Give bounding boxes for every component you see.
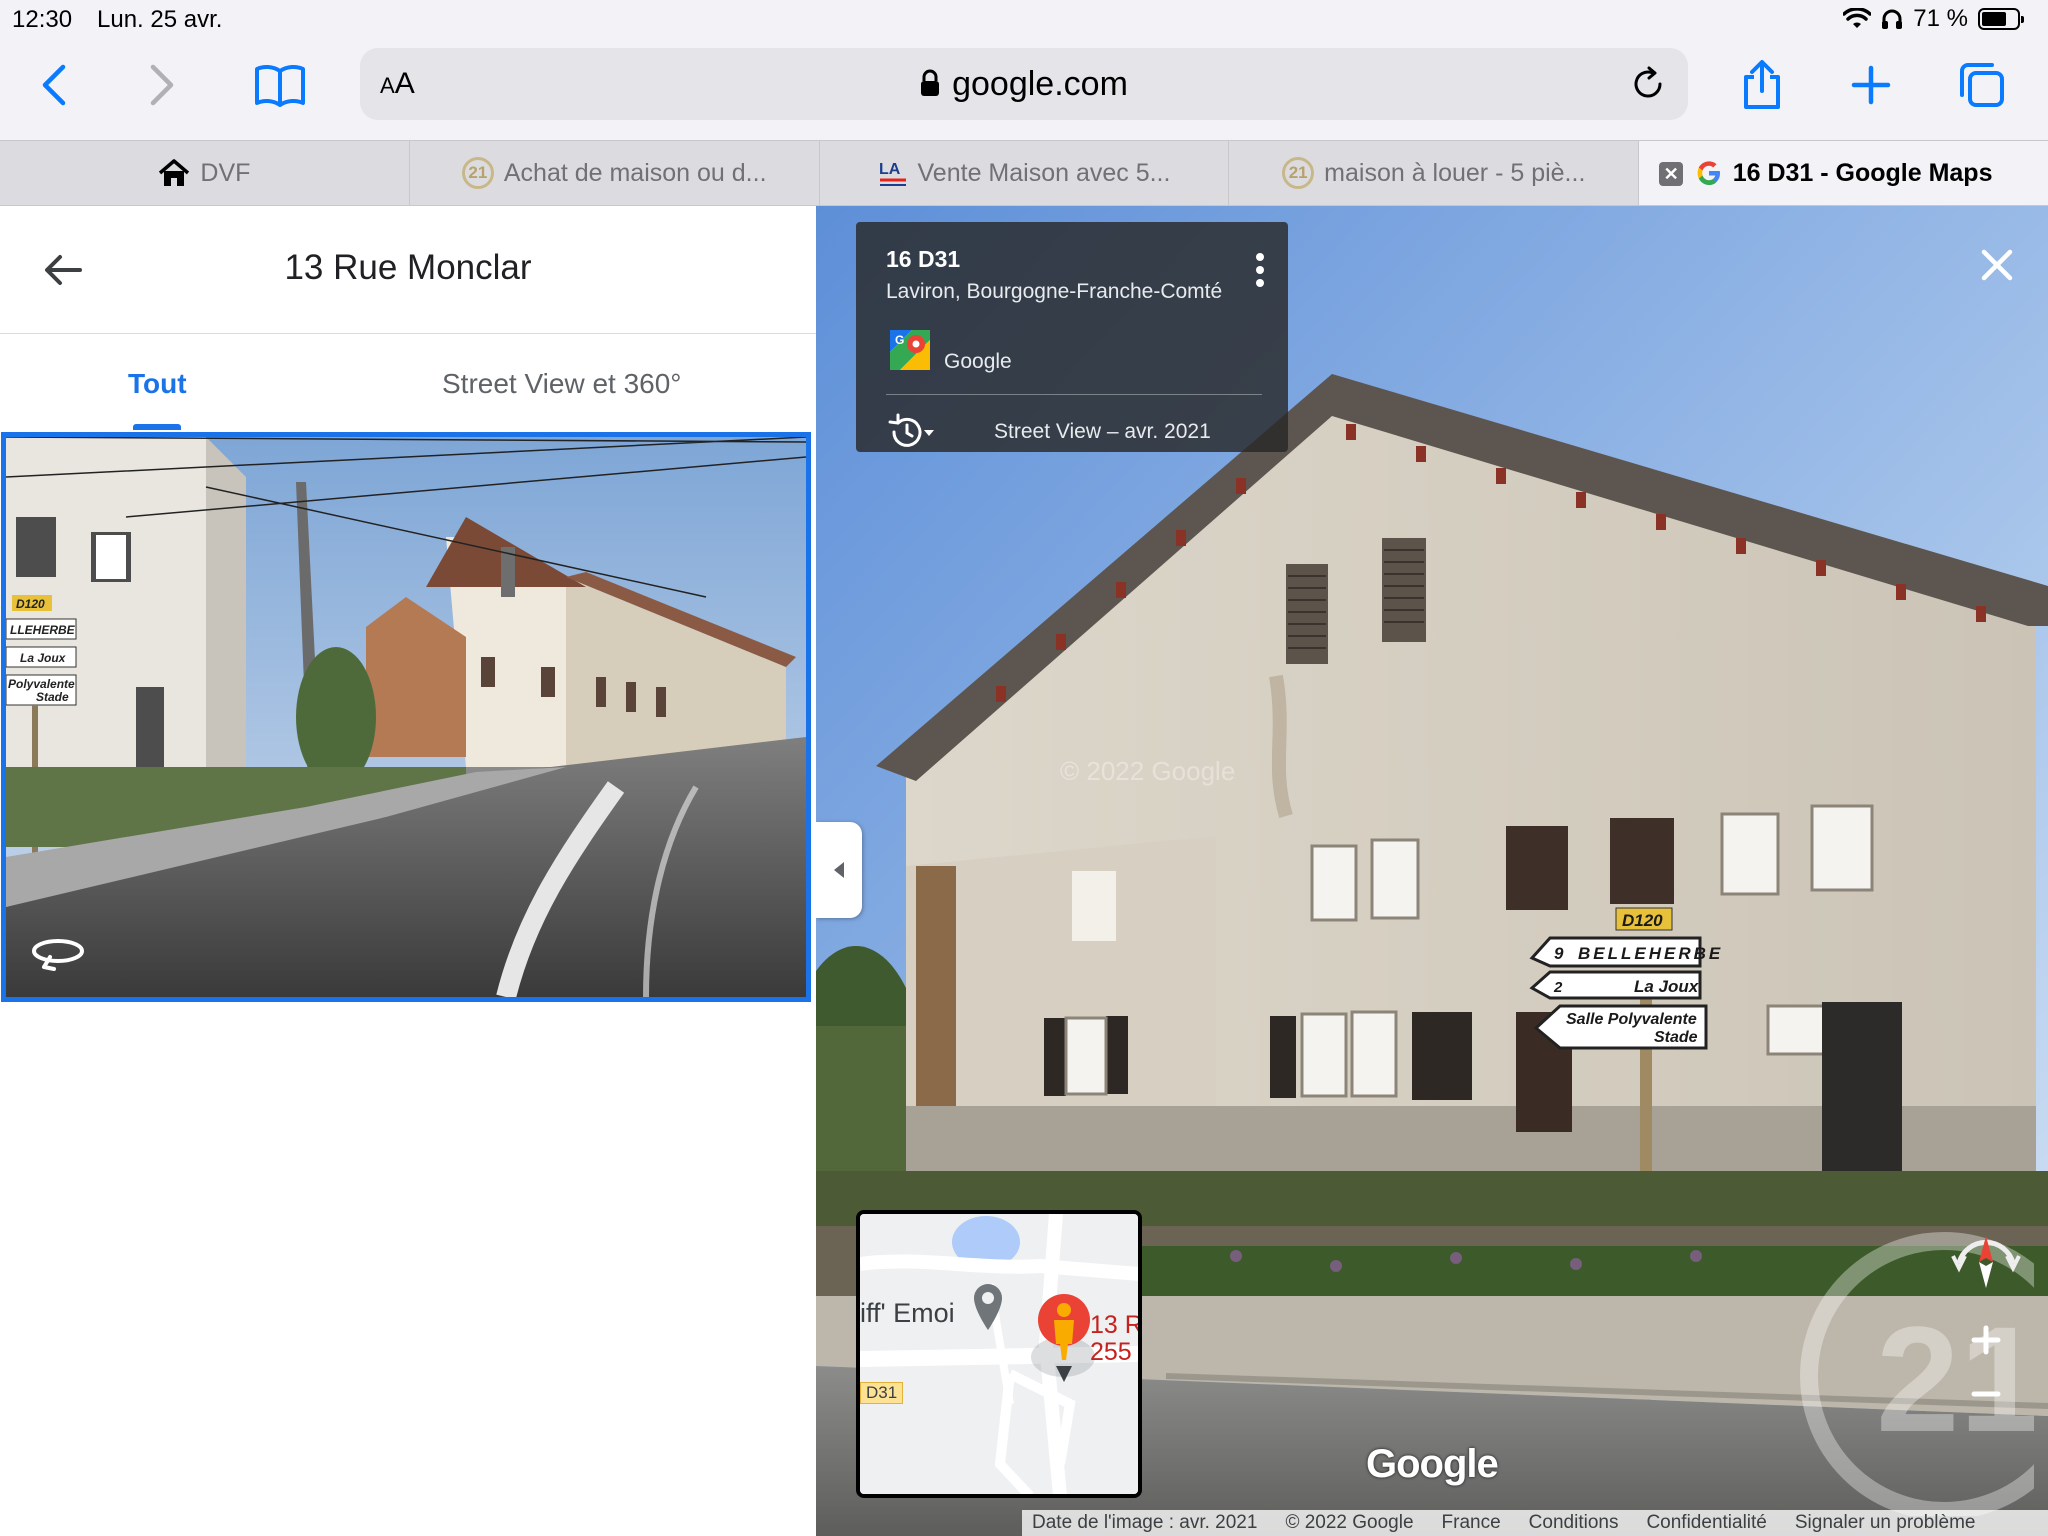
scene-watermark: © 2022 Google [1060, 756, 1235, 786]
more-vert-icon[interactable] [1254, 252, 1266, 288]
collapse-panel-button[interactable] [816, 822, 862, 918]
compass-icon[interactable] [1941, 1228, 2031, 1418]
url-text: google.com [952, 65, 1128, 103]
status-bar: 12:30 Lun. 25 avr. 71 % [0, 0, 2048, 40]
tab-strip: DVF 21 Achat de maison ou d... LA Vente … [0, 140, 2048, 206]
tab-label: Vente Maison avec 5... [917, 158, 1171, 187]
tab-label: maison à louer - 5 piè... [1324, 158, 1586, 187]
tabs-overview-button[interactable] [1952, 55, 2012, 115]
image-date: Date de l'image : avr. 2021 [1032, 1512, 1258, 1533]
card-divider [886, 394, 1262, 395]
location-subtitle: Laviron, Bourgogne-Franche-Comté [886, 280, 1223, 303]
status-right: 71 % [1843, 5, 2024, 33]
forward-button[interactable] [132, 55, 192, 115]
plus-icon [1851, 65, 1891, 105]
copyright: © 2022 Google [1285, 1512, 1414, 1533]
tab-vente-maison[interactable]: LA Vente Maison avec 5... [820, 141, 1230, 205]
wifi-icon [1843, 8, 1872, 28]
google-maps-icon: G [890, 330, 930, 370]
chevron-left-icon [42, 64, 66, 106]
tab-label: Achat de maison ou d... [503, 158, 767, 187]
terms-link[interactable]: Conditions [1529, 1512, 1619, 1534]
safari-toolbar: AA google.com [0, 40, 2048, 140]
history-icon[interactable] [886, 412, 938, 452]
status-time: 12:30 [12, 6, 73, 33]
thumb-sign-1: LLEHERBE [10, 623, 76, 637]
panel-header: 13 Rue Monclar [0, 206, 816, 334]
minimap-road-label: D31 [860, 1382, 904, 1404]
minimap-place-label: iff' Emoi [860, 1298, 955, 1328]
address-url[interactable]: google.com [360, 65, 1688, 104]
sign1-text: BELLEHERBE [1578, 944, 1723, 963]
google-icon [1697, 161, 1720, 185]
sign2-number: 2 [1553, 979, 1563, 996]
photo-tabs: Tout Street View et 360° [0, 334, 816, 434]
battery-icon [1978, 8, 2024, 30]
share-icon [1744, 60, 1780, 109]
close-tab-icon[interactable]: ✕ [1659, 162, 1684, 186]
close-icon[interactable] [1980, 248, 2014, 282]
tab-label: 16 D31 - Google Maps [1732, 158, 1993, 187]
new-tab-button[interactable] [1841, 55, 1901, 115]
page-title: 13 Rue Monclar [284, 248, 532, 287]
headphones-icon [1882, 9, 1903, 29]
tab-street-view-360[interactable]: Street View et 360° [442, 368, 682, 400]
capture-date: Street View – avr. 2021 [994, 420, 1211, 443]
thumb-sign-4: Stade [36, 690, 69, 704]
svg-text:G: G [895, 333, 904, 347]
place-pin-icon [974, 1284, 1002, 1330]
century21-icon: 21 [1282, 157, 1315, 189]
maps-side-panel: 13 Rue Monclar Tout Street View et 360° [0, 206, 816, 1536]
street-view-panorama[interactable]: © 2022 Google D120 9 BELLEHERBE 2 La Jou… [816, 206, 2048, 1536]
thumb-sign-2: La Joux [20, 651, 67, 665]
sign1-number: 9 [1554, 944, 1564, 963]
svg-text:LA: LA [879, 161, 901, 178]
address-bar[interactable]: AA google.com [360, 48, 1688, 120]
caret-left-icon [834, 862, 844, 878]
book-icon [255, 64, 305, 107]
century21-icon: 21 [461, 157, 494, 189]
bookmarks-button[interactable] [250, 55, 310, 115]
chevron-right-icon [150, 64, 174, 106]
share-button[interactable] [1732, 55, 1792, 115]
laforet-icon: LA [879, 161, 906, 186]
tab-tout[interactable]: Tout [128, 368, 187, 400]
contributor-name: Google [944, 350, 1012, 373]
ipad-screen: { "status_bar": { "time": "12:30", "date… [0, 0, 2048, 1536]
lock-icon [921, 69, 940, 96]
tab-achat-maison[interactable]: 21 Achat de maison ou d... [410, 141, 820, 205]
tab-dvf[interactable]: DVF [0, 141, 410, 205]
tab-google-maps[interactable]: ✕ 16 D31 - Google Maps [1639, 141, 2048, 205]
zoom-in-icon [1971, 1325, 2001, 1355]
status-date: Lun. 25 avr. [97, 6, 223, 33]
active-tab-indicator [133, 424, 181, 430]
country-link[interactable]: France [1442, 1512, 1501, 1534]
google-logo: Google [1366, 1442, 1499, 1486]
minimap-address-label: 13 R 255 [1090, 1311, 1142, 1366]
tab-maison-louer[interactable]: 21 maison à louer - 5 piè... [1229, 141, 1640, 205]
attribution-bar: Date de l'image : avr. 2021 © 2022 Googl… [1022, 1510, 2048, 1536]
location-title: 16 D31 [886, 246, 961, 272]
battery-level [1982, 12, 2007, 26]
pegman-icon [1038, 1294, 1090, 1382]
thumbnail-photo: D120 LLEHERBE La Joux Polyvalente Stade [6, 437, 806, 997]
sign2-text: La Joux [1634, 977, 1700, 996]
thumb-sign-3: Polyvalente [8, 677, 75, 691]
thumb-sign-d120: D120 [16, 597, 45, 611]
sign3-line1: Salle Polyvalente [1566, 1011, 1697, 1028]
reload-icon[interactable] [1630, 66, 1666, 102]
battery-percent: 71 % [1913, 5, 1968, 32]
tabs-icon [1960, 63, 2004, 107]
sign3-line2: Stade [1654, 1029, 1698, 1046]
location-info-card: 16 D31 Laviron, Bourgogne-Franche-Comté … [856, 222, 1288, 452]
back-button[interactable] [24, 55, 84, 115]
street-view-thumbnail[interactable]: D120 LLEHERBE La Joux Polyvalente Stade [1, 432, 811, 1002]
home-icon [159, 159, 190, 186]
minimap[interactable]: iff' Emoi 13 R 255 D31 [856, 1210, 1142, 1498]
tab-label: DVF [200, 158, 251, 187]
report-problem-link[interactable]: Signaler un problème [1795, 1512, 1976, 1534]
privacy-link[interactable]: Confidentialité [1646, 1512, 1766, 1534]
360-rotate-icon [32, 939, 84, 971]
sign-route: D120 [1622, 911, 1663, 930]
